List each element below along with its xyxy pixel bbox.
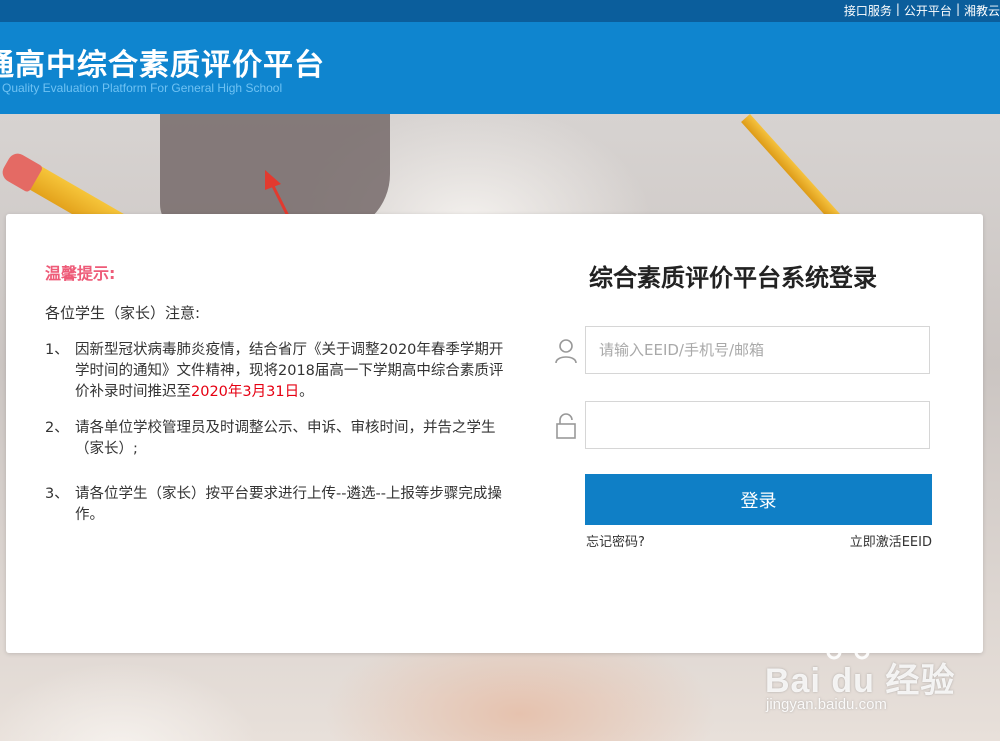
lock-icon xyxy=(556,413,576,439)
site-header: 通高中综合素质评价平台 Quality Evaluation Platform … xyxy=(0,22,1000,114)
baidu-jingyan-watermark: Bai du 经验 jingyan.baidu.com xyxy=(765,636,990,726)
login-title: 综合素质评价平台系统登录 xyxy=(589,264,877,292)
top-link-separator: | xyxy=(895,2,900,16)
notice-item-text: 请各位学生（家长）按平台要求进行上传--遴选--上报等步骤完成操作。 xyxy=(75,486,502,523)
top-link-public[interactable]: 公开平台 xyxy=(904,2,952,19)
notice-item-number: 3、 xyxy=(45,486,69,502)
login-panel: 温馨提示: 各位学生（家长）注意: 1、 因新型冠状病毒肺炎疫情，结合省厅《关于… xyxy=(6,214,983,653)
activate-eeid-link[interactable]: 立即激活EEID xyxy=(850,531,932,550)
login-button[interactable]: 登录 xyxy=(585,474,932,525)
site-subtitle: Quality Evaluation Platform For General … xyxy=(2,81,283,95)
notice-item: 3、 请各位学生（家长）按平台要求进行上传--遴选--上报等步骤完成操作。 xyxy=(45,484,515,526)
notice-item-tail: 。 xyxy=(299,384,314,400)
watermark-brand: Bai du 经验 xyxy=(765,662,956,700)
username-input[interactable] xyxy=(585,326,930,374)
site-title: 通高中综合素质评价平台 xyxy=(0,48,325,83)
top-links: 接口服务 | 公开平台 | 湘教云 xyxy=(844,2,1000,19)
top-link-separator: | xyxy=(955,2,960,16)
watermark-url: jingyan.baidu.com xyxy=(766,696,887,713)
top-link-api[interactable]: 接口服务 xyxy=(844,2,892,19)
top-bar: 接口服务 | 公开平台 | 湘教云 xyxy=(0,0,1000,22)
notice-item: 1、 因新型冠状病毒肺炎疫情，结合省厅《关于调整2020年春季学期开学时间的通知… xyxy=(45,340,515,403)
notice-deadline-date: 2020年3月31日 xyxy=(191,384,300,400)
notice-item-number: 2、 xyxy=(45,420,69,436)
notice-title: 温馨提示: xyxy=(45,264,116,283)
notice-intro: 各位学生（家长）注意: xyxy=(45,304,201,322)
notice-item-text: 因新型冠状病毒肺炎疫情，结合省厅《关于调整2020年春季学期开学时间的通知》文件… xyxy=(75,340,505,403)
notice-item-text: 请各单位学校管理员及时调整公示、申诉、审核时间，并告之学生（家长）; xyxy=(75,420,496,457)
forgot-password-link[interactable]: 忘记密码? xyxy=(586,531,645,550)
user-icon xyxy=(555,339,577,364)
notice-item: 2、 请各单位学校管理员及时调整公示、申诉、审核时间，并告之学生（家长）; xyxy=(45,418,515,460)
notice-item-number: 1、 xyxy=(45,342,69,358)
top-link-xiangjiaoyun[interactable]: 湘教云 xyxy=(964,2,1000,19)
password-input[interactable] xyxy=(585,401,930,449)
